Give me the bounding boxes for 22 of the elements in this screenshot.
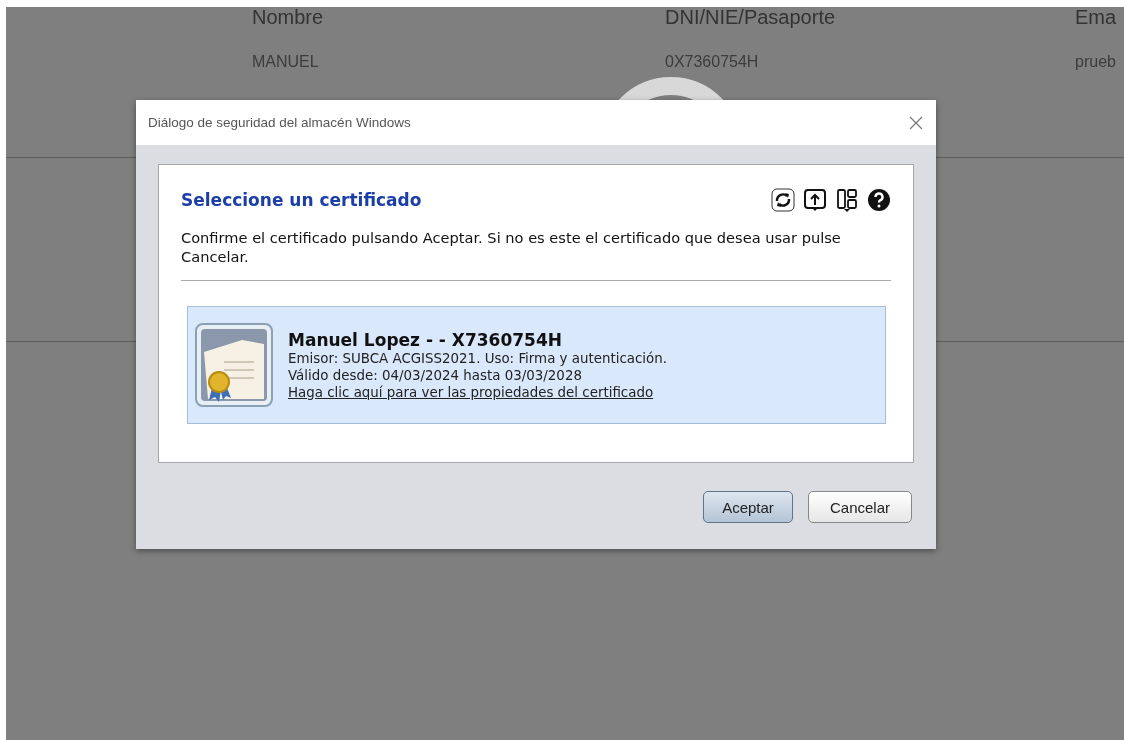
column-header: Nombre (252, 7, 325, 29)
certificate-validity: Válido desde: 04/03/2024 hasta 03/03/2028 (288, 366, 583, 384)
certificate-item[interactable]: Manuel Lopez - - X7360754H Emisor: SUBCA ACGISS2021. Uso: Firma y autenticación. Válido desde: 04/03/2024 hasta 03/03/2028 Haga clic aquí para ver las propiedades del certificado (187, 306, 886, 424)
certificate-issuer: Emisor: SUBCA ACGISS2021. Uso: Firma y autenticación. (288, 350, 667, 367)
dialog-heading: Seleccione un certificado (181, 190, 422, 210)
upload-icon[interactable] (803, 188, 827, 212)
certificate-name: Manuel Lopez - - X7360754H (288, 329, 563, 350)
table-cell-text: 0X7360754H (665, 53, 760, 71)
accept-button[interactable]: Aceptar (703, 491, 793, 523)
column-header: DNI/NIE/Pasaporte (665, 7, 837, 29)
instruction-text: Confirme el certificado pulsando Aceptar. Si no es este el certificado que desea usar pulse Cancelar. (181, 228, 842, 266)
table-cell-text: MANUEL (252, 53, 320, 71)
cancel-button[interactable]: Cancelar (808, 491, 912, 523)
close-icon[interactable] (908, 114, 924, 131)
column-header: Ema (1075, 7, 1118, 29)
help-icon[interactable] (867, 188, 891, 212)
certificate-properties-link[interactable]: Haga clic aquí para ver las propiedades del certificado (288, 383, 667, 401)
window-title: Diálogo de seguridad del almacén Windows (148, 115, 411, 130)
refresh-icon[interactable] (771, 188, 795, 212)
table-cell-text: prueb (1075, 53, 1117, 71)
certificate-icon (194, 322, 274, 408)
layout-icon[interactable] (835, 188, 859, 212)
